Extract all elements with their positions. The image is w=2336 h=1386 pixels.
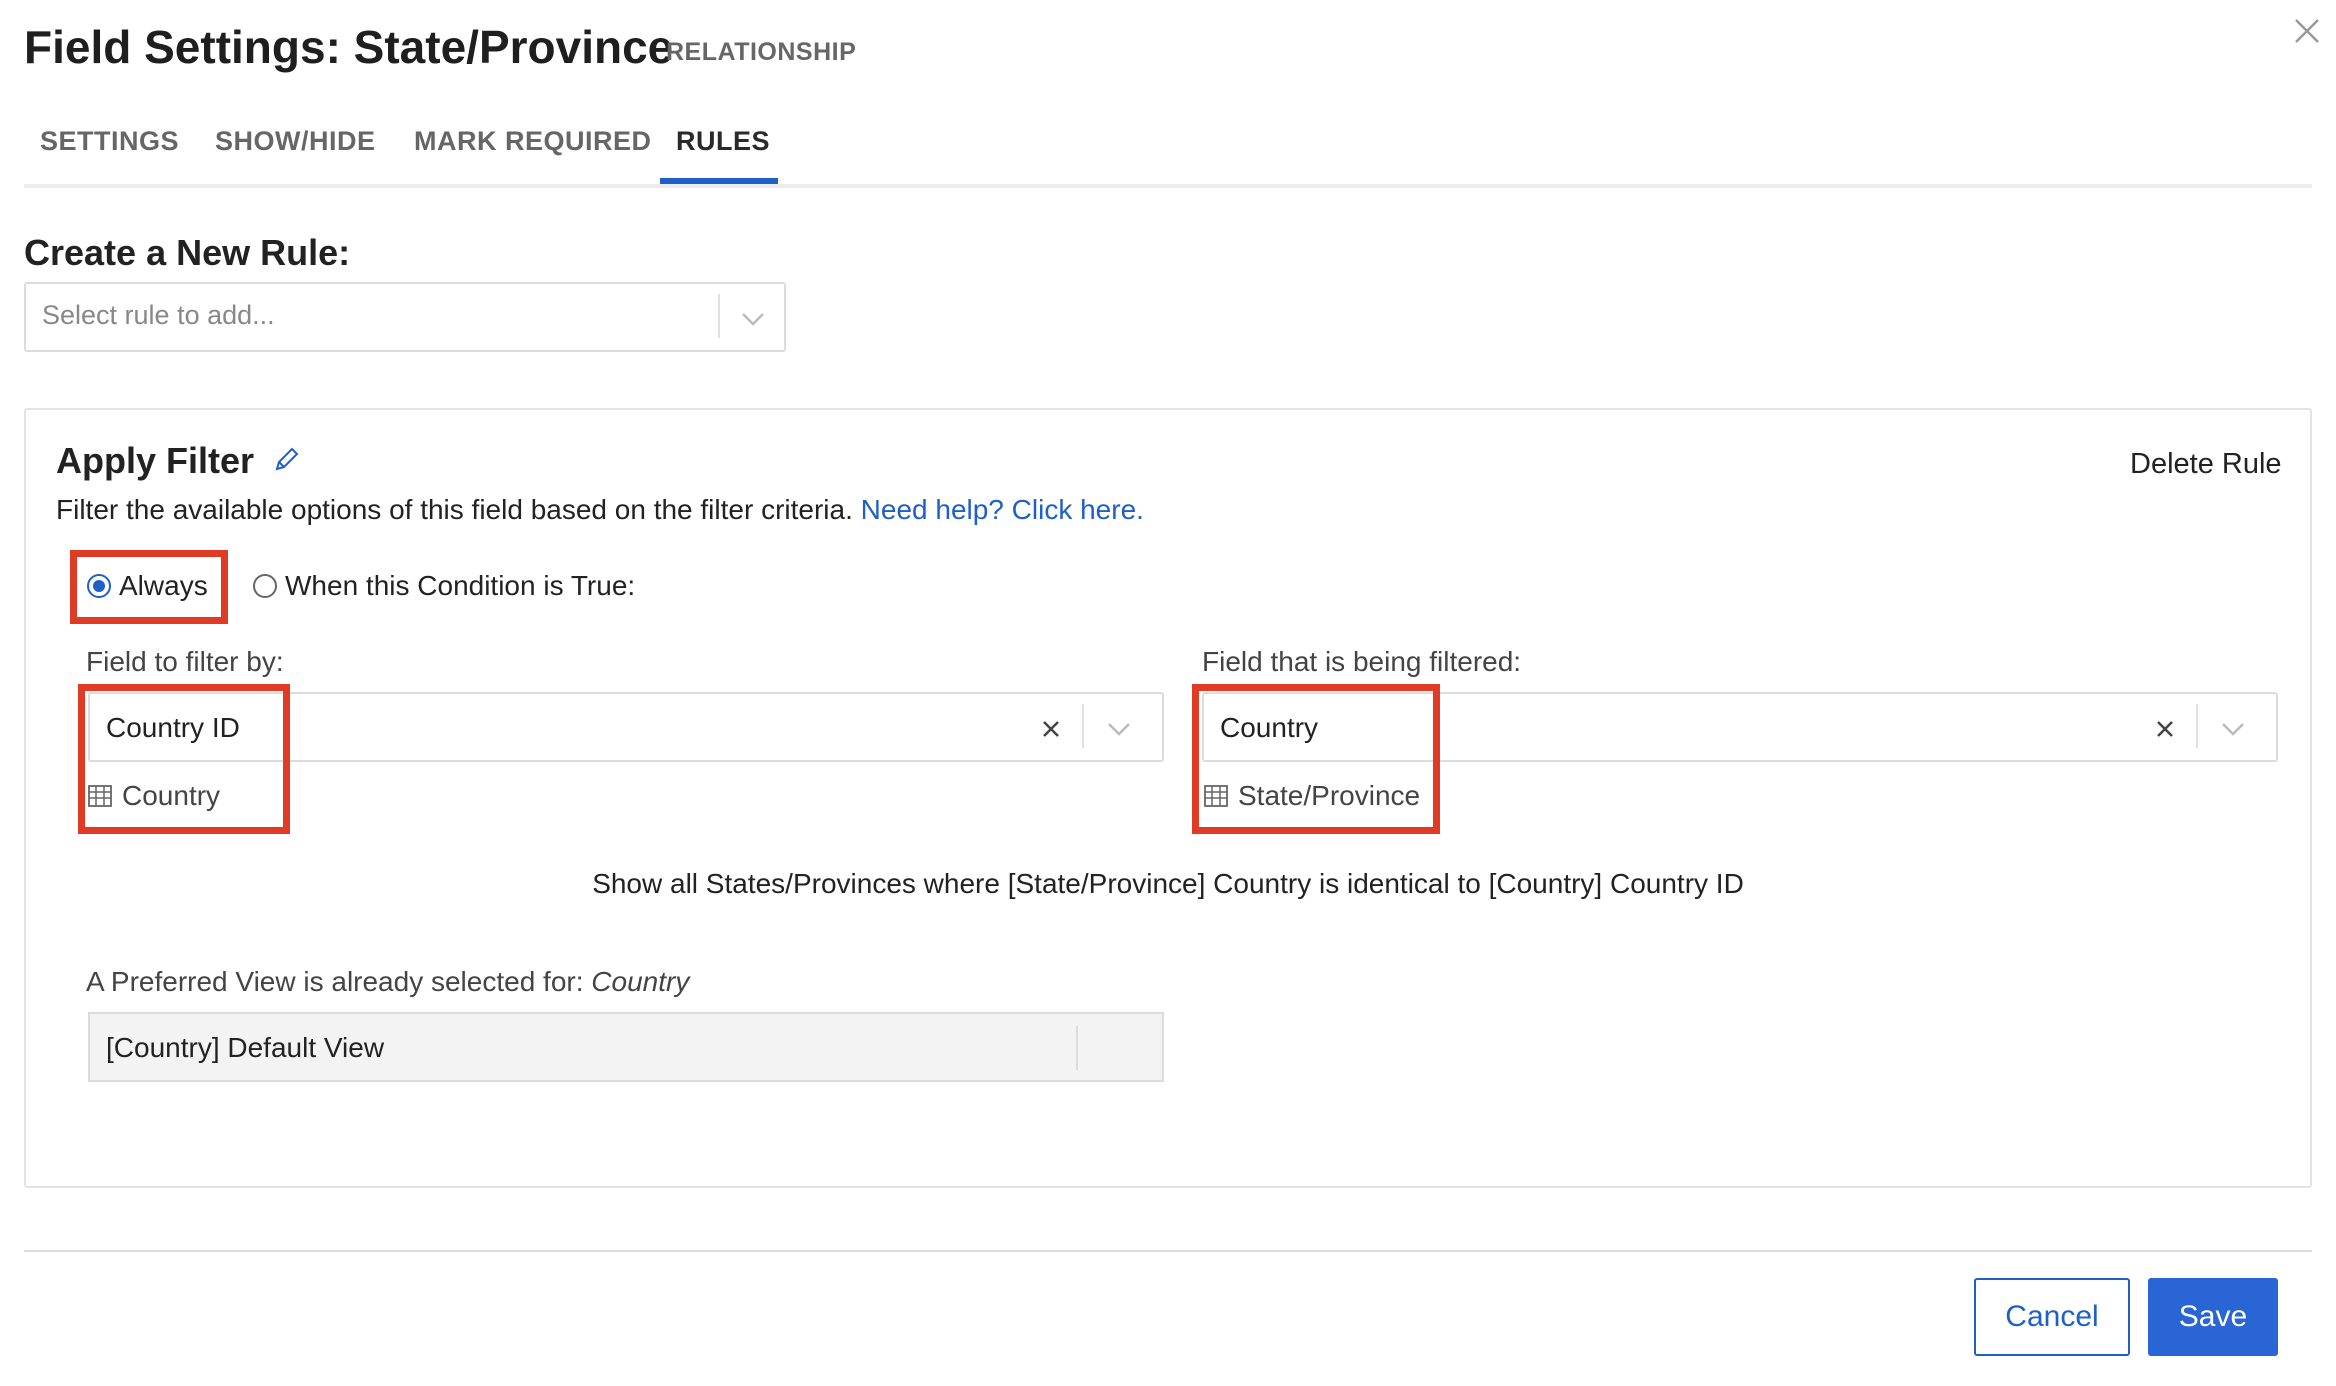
clear-icon[interactable] — [1040, 718, 1062, 740]
preferred-view-label: A Preferred View is already selected for… — [86, 966, 689, 998]
rule-description: Filter the available options of this fie… — [56, 494, 1144, 526]
save-button[interactable]: Save — [2148, 1278, 2278, 1356]
tab-mark-required[interactable]: MARK REQUIRED — [414, 126, 652, 157]
rule-panel: Apply Filter Delete Rule Filter the avai… — [24, 408, 2312, 1188]
clear-icon[interactable] — [2154, 718, 2176, 740]
preferred-view-label-table: Country — [591, 966, 690, 997]
preferred-view-select: [Country] Default View — [88, 1012, 1164, 1082]
select-separator — [718, 294, 720, 338]
close-icon[interactable] — [2290, 14, 2324, 48]
select-separator — [2196, 704, 2198, 748]
tab-settings[interactable]: SETTINGS — [40, 126, 179, 157]
filter-by-label: Field to filter by: — [86, 646, 284, 677]
tab-rules[interactable]: RULES — [676, 126, 770, 157]
being-filtered-label: Field that is being filtered: — [1202, 646, 1522, 677]
preferred-view-label-prefix: A Preferred View is already selected for… — [86, 966, 584, 997]
rule-select-placeholder: Select rule to add... — [42, 300, 275, 330]
create-rule-heading: Create a New Rule: — [24, 232, 351, 273]
active-tab-indicator — [660, 178, 778, 184]
pencil-icon[interactable] — [272, 444, 302, 474]
rule-description-text: Filter the available options of this fie… — [56, 494, 853, 525]
select-separator — [1076, 1026, 1078, 1070]
radio-when-condition-label: When this Condition is True: — [285, 570, 636, 601]
chevron-down-icon[interactable] — [738, 304, 768, 334]
tab-bar: SETTINGS SHOW/HIDE MARK REQUIRED RULES — [24, 118, 2312, 188]
filter-summary: Show all States/Provinces where [State/P… — [592, 868, 1744, 899]
cancel-button[interactable]: Cancel — [1974, 1278, 2130, 1356]
highlight-box-filter-by — [78, 684, 290, 834]
radio-when-condition-control[interactable] — [253, 574, 277, 598]
delete-rule-link[interactable]: Delete Rule — [2130, 448, 2282, 481]
highlight-box-being-filtered — [1192, 684, 1440, 834]
preferred-view-value: [Country] Default View — [106, 1032, 385, 1063]
footer-divider — [24, 1250, 2312, 1252]
chevron-down-icon[interactable] — [1104, 714, 1134, 744]
radio-always-label: Always — [119, 570, 208, 601]
radio-always-control[interactable] — [87, 574, 111, 598]
rule-title: Apply Filter — [56, 440, 255, 481]
select-separator — [1082, 704, 1084, 748]
field-type-label: RELATIONSHIP — [666, 38, 857, 66]
chevron-down-icon[interactable] — [2218, 714, 2248, 744]
rule-type-select[interactable]: Select rule to add... — [24, 282, 786, 352]
dialog-title: Field Settings: State/Province — [24, 21, 674, 73]
help-link[interactable]: Need help? Click here. — [861, 494, 1144, 525]
tab-show-hide[interactable]: SHOW/HIDE — [215, 126, 376, 157]
